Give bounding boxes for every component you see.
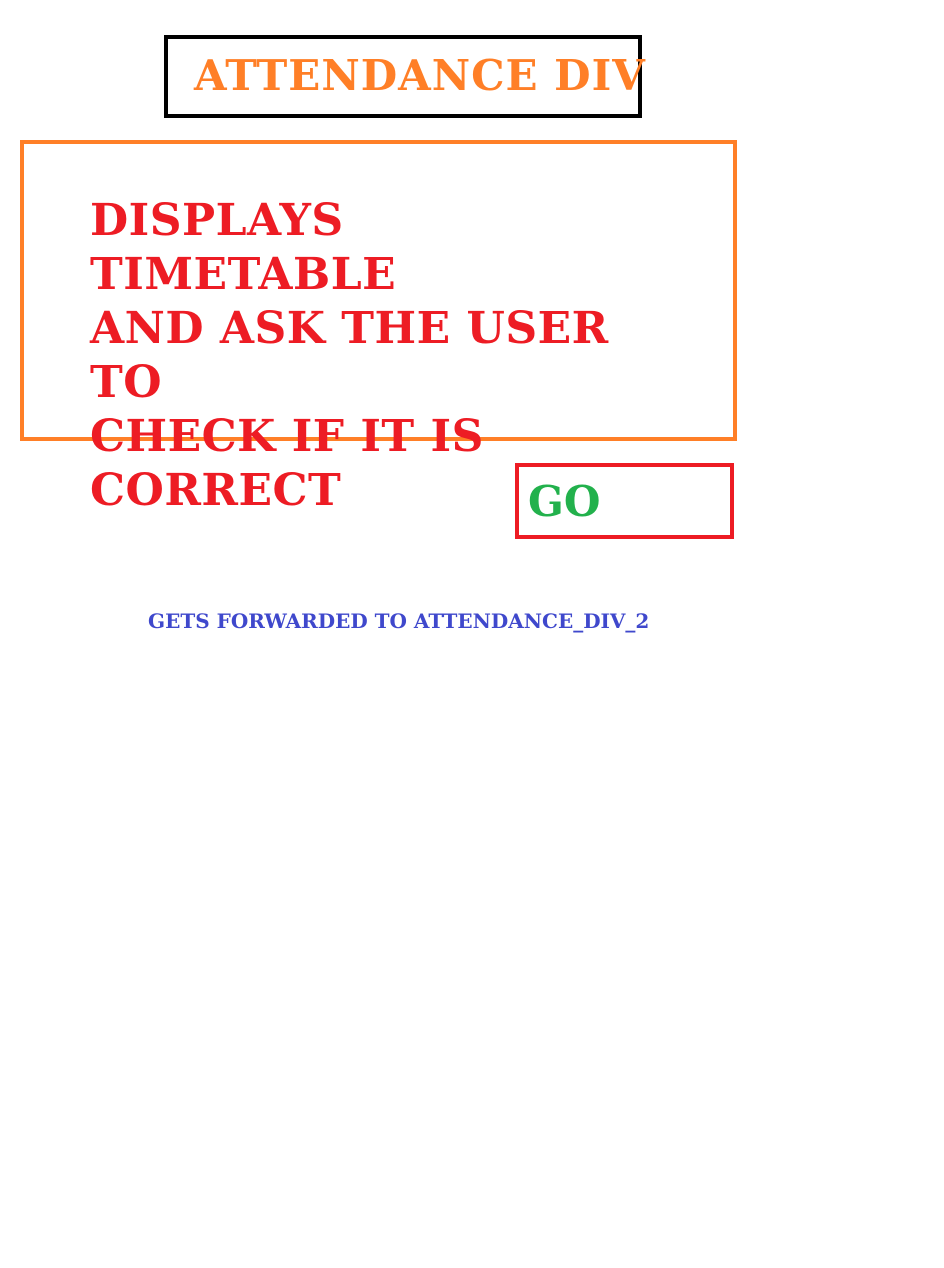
title-box: ATTENDANCE DIV [164, 35, 645, 118]
go-button-label: GO [528, 477, 601, 526]
description-line-1: DISPLAYS TIMETABLE [90, 195, 397, 300]
description-box: DISPLAYS TIMETABLE AND ASK THE USER TO C… [20, 140, 737, 516]
go-button[interactable]: GO [515, 463, 734, 539]
title-text: ATTENDANCE DIV [194, 51, 646, 100]
forward-note: GETS FORWARDED TO ATTENDANCE_DIV_2 [148, 609, 650, 633]
description-line-3: CHECK IF IT IS [90, 411, 484, 462]
description-line-2: AND ASK THE USER TO [90, 303, 609, 408]
